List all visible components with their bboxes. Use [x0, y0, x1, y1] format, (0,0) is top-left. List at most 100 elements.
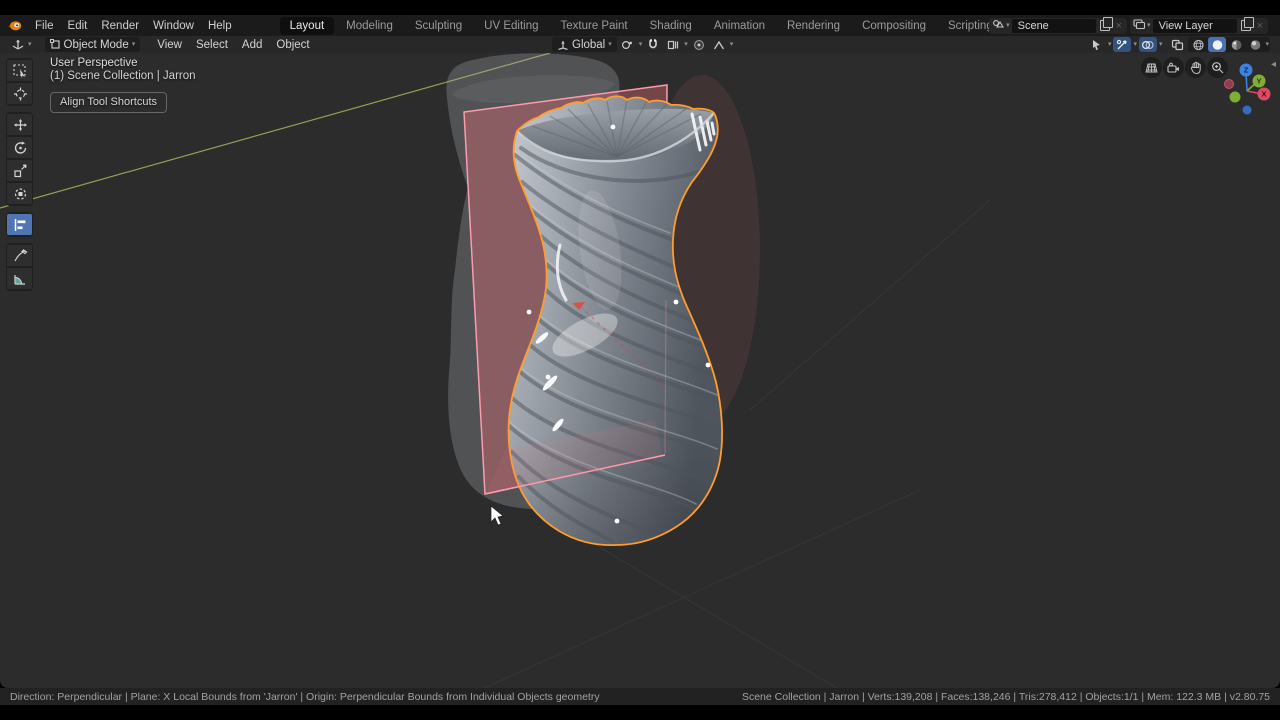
scene-name-field[interactable]: Scene: [1012, 19, 1096, 33]
blender-logo-icon[interactable]: [7, 19, 22, 32]
editor-type-selector[interactable]: ▾: [6, 37, 37, 52]
shading-mode-group: ▾: [1188, 37, 1270, 52]
show-overlays-toggle[interactable]: [1139, 37, 1157, 52]
rotate-icon: [13, 141, 28, 155]
workspace-tabs: Layout Modeling Sculpting UV Editing Tex…: [279, 16, 1028, 35]
scene-icon[interactable]: [992, 19, 1004, 33]
mode-selector[interactable]: Object Mode ▾: [45, 37, 141, 52]
new-scene-icon[interactable]: [1100, 20, 1110, 31]
tab-texture-paint[interactable]: Texture Paint: [551, 17, 638, 35]
transform-icon: [13, 187, 28, 201]
tab-layout[interactable]: Layout: [280, 17, 335, 35]
scene-browse-caret[interactable]: ▾: [1006, 22, 1010, 29]
shading-wireframe-button[interactable]: [1189, 37, 1207, 52]
tab-modeling[interactable]: Modeling: [336, 17, 403, 35]
shading-rendered-button[interactable]: [1246, 37, 1264, 52]
editor-3d-viewport-icon: [11, 39, 25, 51]
shading-material-button[interactable]: [1227, 37, 1245, 52]
snap-caret[interactable]: ▾: [684, 41, 688, 48]
show-gizmo-toggle[interactable]: [1113, 37, 1131, 52]
move-icon: [13, 118, 28, 132]
transform-orientation-dropdown[interactable]: Global ▾: [552, 37, 617, 52]
object-menu[interactable]: Object: [269, 39, 316, 51]
snap-increment-icon: [667, 39, 679, 51]
wireframe-sphere-icon: [1192, 39, 1205, 51]
topbar: File Edit Render Window Help Layout Mode…: [0, 15, 1280, 36]
view-layer-selector: ▾ View Layer ×: [1130, 18, 1268, 34]
select-menu[interactable]: Select: [189, 39, 235, 51]
scale-tool-button[interactable]: [7, 159, 33, 182]
pan-view-button[interactable]: [1185, 57, 1206, 78]
transform-tool-button[interactable]: [7, 182, 33, 205]
annotate-tool-button[interactable]: [7, 244, 33, 267]
mouse-cursor: [491, 506, 503, 525]
scene-unlink-icon[interactable]: ×: [1114, 20, 1124, 32]
tab-rendering[interactable]: Rendering: [777, 17, 850, 35]
tab-animation[interactable]: Animation: [704, 17, 775, 35]
menu-edit[interactable]: Edit: [61, 18, 95, 34]
tab-uv-editing[interactable]: UV Editing: [474, 17, 548, 35]
rotate-tool-button[interactable]: [7, 136, 33, 159]
align-tool-shortcuts-button[interactable]: Align Tool Shortcuts: [50, 92, 167, 113]
view-layer-name-field[interactable]: View Layer: [1153, 19, 1237, 33]
snap-toggle[interactable]: [644, 37, 662, 52]
xray-toggle[interactable]: [1168, 37, 1186, 52]
viewport-3d[interactable]: User Perspective (1) Scene Collection | …: [0, 53, 1280, 688]
cursor-tool-button[interactable]: [7, 82, 33, 105]
proportional-editing-toggle[interactable]: [690, 37, 708, 52]
new-view-layer-icon[interactable]: [1241, 20, 1251, 31]
view-layer-browse-caret[interactable]: ▾: [1147, 22, 1151, 29]
axis-y-ball[interactable]: Y: [1253, 75, 1266, 88]
axis-negative-z-ball[interactable]: [1243, 106, 1252, 115]
axis-negative-y-ball[interactable]: [1230, 92, 1241, 103]
align-icon: [13, 218, 28, 232]
viewport-overlay-info: User Perspective (1) Scene Collection | …: [50, 57, 196, 113]
sidebar-toggle-arrow[interactable]: ◂: [1271, 59, 1276, 70]
visibility-caret[interactable]: ▾: [1108, 41, 1112, 48]
menu-file[interactable]: File: [28, 18, 61, 34]
xray-icon: [1171, 39, 1184, 51]
object-mode-icon: [50, 39, 61, 50]
perspective-grid-icon: [1145, 62, 1158, 74]
scene-viewlayer-selectors: ▾ Scene × ▾ View Layer ×: [989, 15, 1268, 36]
add-menu[interactable]: Add: [235, 39, 269, 51]
transform-controls: Global ▾ ▾ ▾: [552, 37, 733, 52]
select-box-tool-button[interactable]: [7, 59, 33, 82]
align-tool-button[interactable]: [7, 213, 33, 236]
camera-icon: [1167, 62, 1180, 74]
active-collection-label: (1) Scene Collection | Jarron: [50, 70, 196, 83]
visibility-pointer-icon: [1090, 39, 1103, 51]
viewport-header: ▾ Object Mode ▾ View Select Add Object G…: [0, 36, 1280, 53]
camera-view-button[interactable]: [1163, 57, 1184, 78]
move-tool-button[interactable]: [7, 113, 33, 136]
tab-shading[interactable]: Shading: [640, 17, 702, 35]
axis-x-ball[interactable]: X: [1258, 88, 1271, 101]
menu-render[interactable]: Render: [94, 18, 146, 34]
shading-caret[interactable]: ▾: [1265, 41, 1269, 48]
snap-settings-dropdown[interactable]: [664, 37, 682, 52]
tab-sculpting[interactable]: Sculpting: [405, 17, 472, 35]
object-type-visibility-dropdown[interactable]: [1088, 37, 1106, 52]
solid-sphere-icon: [1211, 39, 1224, 51]
tool-shelf: [6, 58, 33, 297]
menu-window[interactable]: Window: [146, 18, 201, 34]
pivot-caret[interactable]: ▾: [639, 41, 643, 48]
scene-selector: ▾ Scene ×: [989, 18, 1127, 34]
gizmo-caret[interactable]: ▾: [1133, 41, 1137, 48]
perspective-toggle-button[interactable]: [1141, 57, 1162, 78]
menu-help[interactable]: Help: [201, 18, 239, 34]
proportional-falloff-dropdown[interactable]: [710, 37, 728, 52]
tab-compositing[interactable]: Compositing: [852, 17, 936, 35]
viewport-nav-buttons: [1141, 57, 1228, 78]
pivot-point-dropdown[interactable]: [619, 37, 637, 52]
falloff-caret[interactable]: ▾: [730, 41, 734, 48]
view-layer-remove-icon[interactable]: ×: [1255, 20, 1265, 32]
view-layer-icon[interactable]: [1133, 19, 1145, 33]
measure-tool-button[interactable]: [7, 267, 33, 290]
axis-negative-x-ball[interactable]: [1225, 80, 1234, 89]
view-menu[interactable]: View: [150, 39, 189, 51]
shading-solid-button[interactable]: [1208, 37, 1226, 52]
cursor-3d-icon: [13, 87, 28, 101]
axis-z-ball[interactable]: Z: [1240, 64, 1253, 77]
overlays-caret[interactable]: ▾: [1159, 41, 1163, 48]
